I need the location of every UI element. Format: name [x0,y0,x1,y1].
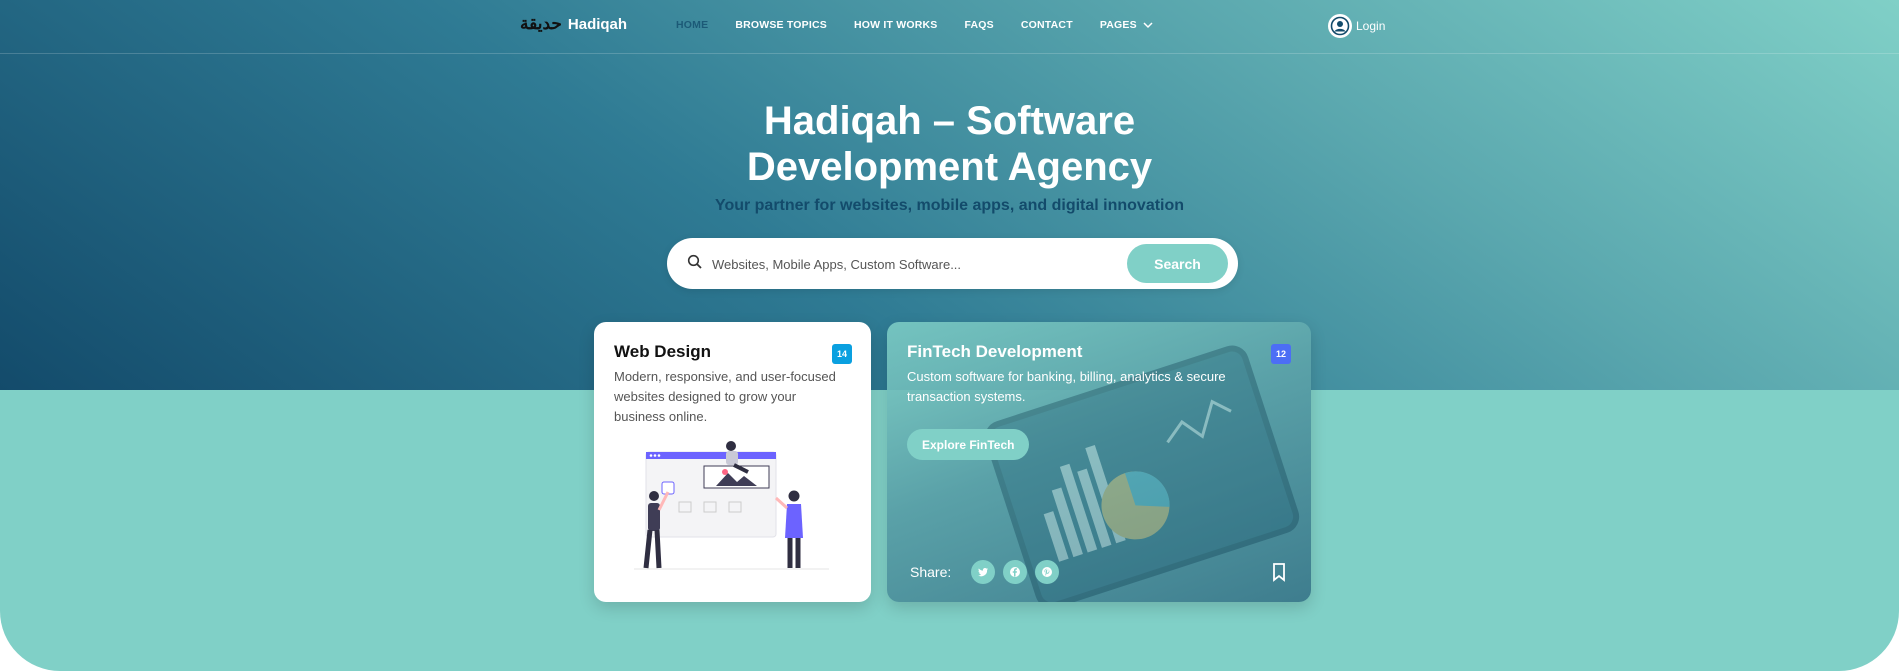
search-button[interactable]: Search [1127,244,1228,283]
card-description: Custom software for banking, billing, an… [907,369,1226,404]
page-title: Hadiqah – Software Development Agency [0,98,1899,190]
nav-item-how-it-works[interactable]: HOW IT WORKS [854,19,937,31]
bookmark-icon[interactable] [1271,562,1287,582]
explore-fintech-button[interactable]: Explore FinTech [907,429,1030,460]
brand-logo[interactable]: حديقة Hadiqah [520,14,627,34]
card-title: FinTech Development [907,342,1083,361]
twitter-icon[interactable] [971,560,996,584]
nav-item-pages[interactable]: PAGES [1100,19,1153,31]
page-title-line1: Hadiqah – Software [763,99,1136,143]
page-title-line2: Development Agency [746,145,1153,189]
brand-name: Hadiqah [567,15,628,33]
search-icon [687,254,702,269]
share-bar: Share: [910,560,1060,584]
chevron-down-icon [1143,21,1153,28]
facebook-icon[interactable] [1003,560,1028,584]
topic-card-fintech[interactable]: FinTech Development 12 Custom software f… [887,322,1311,602]
login-button[interactable]: Login [1328,14,1385,38]
page-subtitle: Your partner for websites, mobile apps, … [714,197,1185,214]
brand-logo-arabic: حديقة [520,14,562,34]
nav-item-pages-label: PAGES [1099,19,1137,31]
share-label: Share: [910,564,952,580]
search-bar: Search [667,238,1238,289]
nav-item-contact[interactable]: CONTACT [1021,19,1073,31]
count-badge: 12 [1271,344,1291,364]
nav-item-browse-topics[interactable]: BROWSE TOPICS [735,19,827,31]
main-menu: HOME BROWSE TOPICS HOW IT WORKS FAQS CON… [676,19,1153,31]
topic-card-web-design[interactable]: Web Design 14 Modern, responsive, and us… [594,322,871,602]
card-description: Modern, responsive, and user-focused web… [614,369,836,424]
search-input[interactable] [710,250,1134,278]
web-design-illustration [634,441,829,570]
nav-item-home[interactable]: HOME [676,19,708,31]
card-title: Web Design [614,342,711,361]
login-label: Login [1356,19,1386,33]
top-navbar: حديقة Hadiqah HOME BROWSE TOPICS HOW IT … [0,0,1899,54]
user-circle-icon [1328,14,1352,38]
pinterest-icon[interactable] [1035,560,1060,584]
nav-item-faqs[interactable]: FAQS [964,19,993,31]
count-badge: 14 [832,344,852,364]
